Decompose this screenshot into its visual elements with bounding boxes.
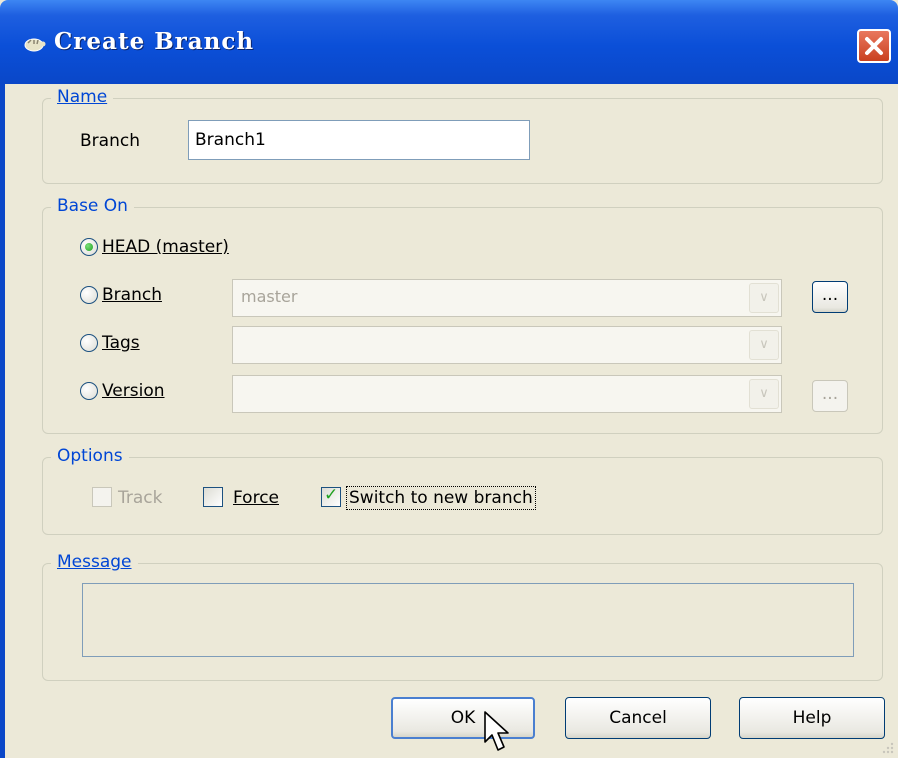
window-frame bbox=[0, 84, 5, 758]
cancel-button[interactable]: Cancel bbox=[565, 697, 711, 739]
resize-grip-icon[interactable] bbox=[880, 740, 896, 756]
head-radio-label[interactable]: HEAD (master) bbox=[102, 236, 229, 258]
version-combo[interactable]: ∨ bbox=[232, 375, 782, 413]
force-checkbox-label[interactable]: Force bbox=[233, 487, 279, 509]
head-radio[interactable] bbox=[80, 238, 98, 256]
help-button[interactable]: Help bbox=[739, 697, 885, 739]
chevron-down-icon[interactable]: ∨ bbox=[749, 283, 779, 313]
tags-combo[interactable]: ∨ bbox=[232, 326, 782, 364]
ok-button[interactable]: OK bbox=[391, 697, 535, 739]
window-title: Create Branch bbox=[54, 28, 255, 55]
checkmark-icon: ✓ bbox=[324, 485, 339, 505]
track-checkbox-label[interactable]: Track bbox=[118, 487, 162, 509]
branch-combo[interactable]: master ∨ bbox=[232, 279, 782, 317]
chevron-down-icon[interactable]: ∨ bbox=[749, 379, 779, 409]
branch-name-input[interactable]: Branch1 bbox=[188, 120, 530, 160]
mouse-cursor-icon bbox=[484, 711, 509, 751]
tags-radio-label[interactable]: Tags bbox=[102, 332, 140, 354]
name-group-label: Name bbox=[51, 87, 114, 107]
version-browse-button[interactable]: ... bbox=[812, 380, 848, 412]
branch-radio[interactable] bbox=[80, 286, 98, 304]
close-button[interactable] bbox=[857, 29, 891, 63]
version-radio-label[interactable]: Version bbox=[102, 380, 165, 402]
radio-selected-dot bbox=[85, 243, 93, 251]
track-checkbox[interactable] bbox=[92, 487, 112, 507]
base-on-group-label: Base On bbox=[51, 196, 134, 216]
branch-radio-label[interactable]: Branch bbox=[102, 284, 162, 306]
switch-branch-checkbox[interactable]: ✓ bbox=[321, 485, 341, 507]
tortoise-icon bbox=[24, 38, 46, 52]
switch-branch-checkbox-label[interactable]: Switch to new branch bbox=[346, 486, 536, 510]
force-checkbox[interactable] bbox=[203, 487, 223, 507]
branch-browse-button[interactable]: ... bbox=[812, 281, 848, 313]
branch-combo-value: master bbox=[241, 287, 298, 306]
message-input[interactable] bbox=[82, 583, 854, 657]
close-icon bbox=[865, 37, 883, 55]
version-radio[interactable] bbox=[80, 382, 98, 400]
message-group-label: Message bbox=[51, 552, 138, 572]
branch-name-label: Branch bbox=[80, 131, 140, 151]
title-bar[interactable]: Create Branch bbox=[0, 0, 898, 84]
options-group-label: Options bbox=[51, 446, 129, 466]
chevron-down-icon[interactable]: ∨ bbox=[749, 330, 779, 360]
tags-radio[interactable] bbox=[80, 334, 98, 352]
